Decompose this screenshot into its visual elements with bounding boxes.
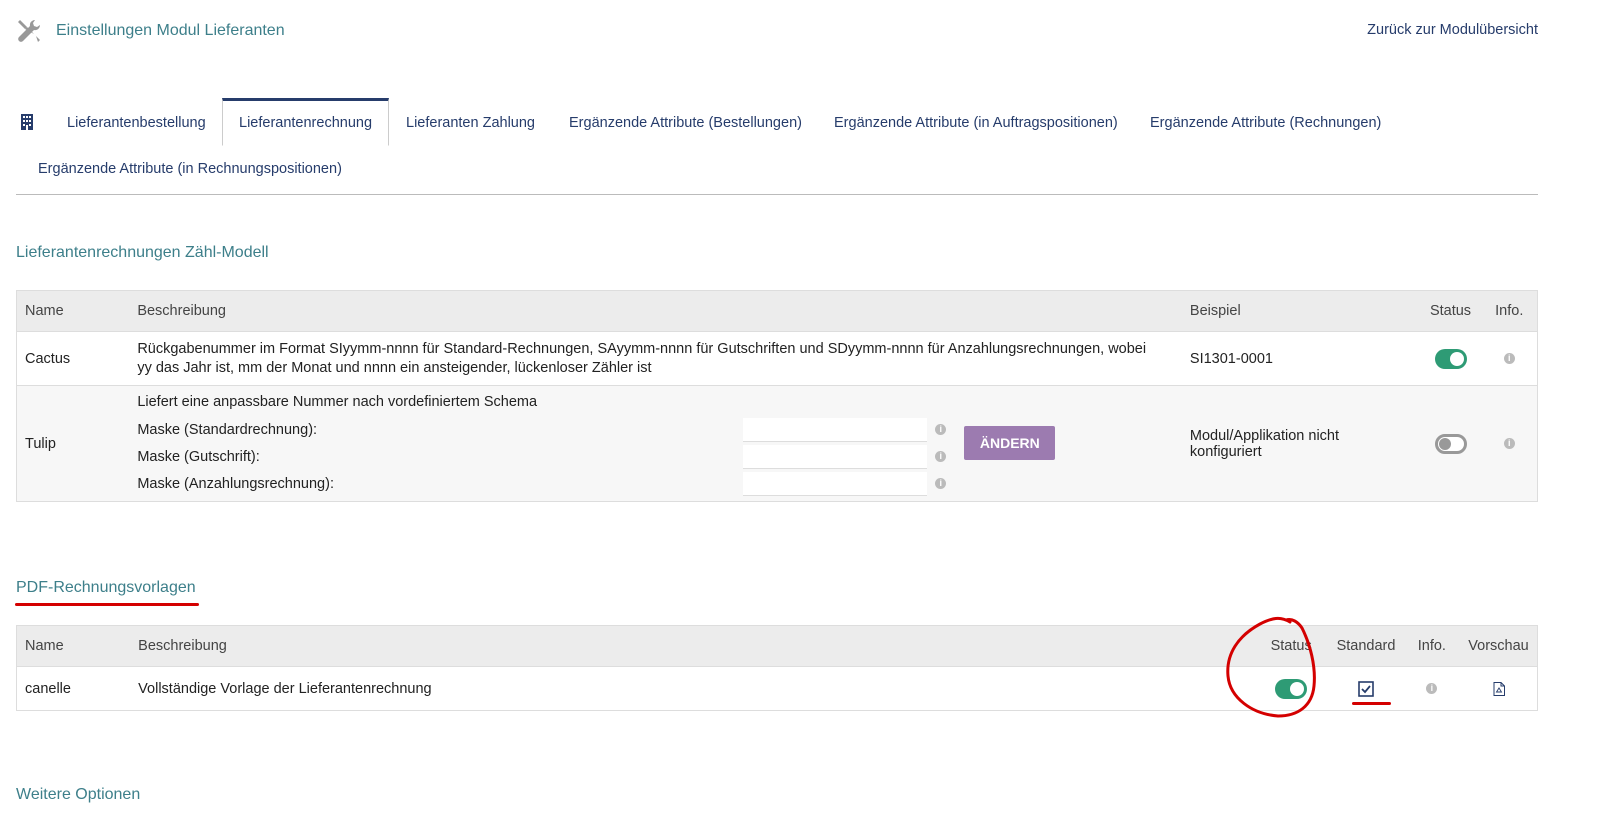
pdf-section-title: PDF-Rechnungsvorlagen	[16, 579, 196, 596]
info-icon[interactable]: i	[935, 478, 947, 489]
row-description: Vollständige Vorlage der Lieferantenrech…	[130, 666, 1254, 711]
column-header-description: Beschreibung	[129, 290, 1182, 332]
building-icon	[21, 114, 33, 130]
info-icon[interactable]: i	[1503, 353, 1515, 365]
row-example: SI1301-0001	[1181, 331, 1420, 386]
tab-lieferantenbestellung[interactable]: Lieferantenbestellung	[67, 100, 206, 146]
table-row: Tulip Liefert eine anpassbare Nummer nac…	[16, 385, 1538, 502]
column-header-info: Info.	[1481, 290, 1538, 332]
info-icon[interactable]: i	[1503, 438, 1515, 450]
back-to-module-overview-link[interactable]: Zurück zur Modulübersicht	[1367, 22, 1538, 38]
info-icon[interactable]: i	[935, 424, 947, 435]
checked-checkbox-icon[interactable]	[1358, 680, 1374, 697]
tools-icon	[18, 19, 41, 42]
mask-standard-input[interactable]	[743, 417, 928, 442]
status-toggle-on[interactable]	[1434, 348, 1467, 369]
row-description: Rückgabenummer im Format SIyymm-nnnn für…	[129, 331, 1182, 386]
mask-row: Maske (Standardrechnung): i	[137, 416, 947, 443]
mask-deposit-input[interactable]	[743, 471, 928, 496]
mask-row: Maske (Gutschrift): i	[137, 443, 947, 470]
row-name: Cactus	[16, 331, 130, 386]
info-icon[interactable]: i	[935, 451, 947, 462]
numbering-table: Name Beschreibung Beispiel Status Info. …	[16, 290, 1538, 502]
row-example: Modul/Applikation nicht konfiguriert	[1181, 385, 1420, 502]
pdf-preview-icon[interactable]	[1493, 681, 1505, 696]
tab-lieferanten-zahlung[interactable]: Lieferanten Zahlung	[406, 100, 535, 146]
tab-attribute-auftragspositionen[interactable]: Ergänzende Attribute (in Auftragspositio…	[834, 100, 1118, 146]
table-row: Cactus Rückgabenummer im Format SIyymm-n…	[16, 331, 1538, 386]
tab-lieferantenrechnung[interactable]: Lieferantenrechnung	[222, 98, 390, 146]
column-header-description: Beschreibung	[130, 625, 1254, 667]
tab-attribute-rechnungen[interactable]: Ergänzende Attribute (Rechnungen)	[1150, 100, 1381, 146]
column-header-name: Name	[16, 625, 131, 667]
tab-bar: Lieferantenbestellung Lieferantenrechnun…	[16, 98, 1538, 195]
annotation-circle	[1226, 616, 1316, 718]
numbering-section-title: Lieferantenrechnungen Zähl-Modell	[16, 244, 269, 261]
column-header-default: Standard	[1328, 625, 1404, 667]
page-title: Einstellungen Modul Lieferanten	[56, 22, 285, 39]
column-header-preview: Vorschau	[1460, 625, 1538, 667]
row-name: Tulip	[16, 385, 130, 502]
row-description: Liefert eine anpassbare Nummer nach vord…	[137, 394, 538, 410]
column-header-info: Info.	[1403, 625, 1461, 667]
mask-label: Maske (Anzahlungsrechnung):	[137, 475, 334, 492]
top-bar: Einstellungen Modul Lieferanten Zurück z…	[16, 18, 1538, 46]
column-header-status: Status	[1419, 290, 1482, 332]
row-name: canelle	[16, 666, 131, 711]
more-options-title: Weitere Optionen	[16, 786, 141, 803]
status-toggle-off[interactable]	[1434, 433, 1467, 454]
tab-attribute-bestellungen[interactable]: Ergänzende Attribute (Bestellungen)	[569, 100, 802, 146]
mask-credit-note-input[interactable]	[743, 444, 928, 469]
annotation-underline	[1352, 702, 1391, 705]
mask-label: Maske (Gutschrift):	[137, 448, 260, 465]
column-header-name: Name	[16, 290, 130, 332]
mask-label: Maske (Standardrechnung):	[137, 421, 318, 438]
mask-cell: Liefert eine anpassbare Nummer nach vord…	[129, 385, 1182, 502]
mask-row: Maske (Anzahlungsrechnung): i	[137, 470, 947, 497]
table-header-row: Name Beschreibung Beispiel Status Info.	[16, 290, 1538, 332]
change-button[interactable]: ÄNDERN	[964, 425, 1056, 460]
annotation-underline	[15, 603, 199, 606]
tab-attribute-rechnungspositionen[interactable]: Ergänzende Attribute (in Rechnungspositi…	[38, 146, 342, 192]
column-header-example: Beispiel	[1181, 290, 1420, 332]
info-icon[interactable]: i	[1426, 683, 1438, 695]
